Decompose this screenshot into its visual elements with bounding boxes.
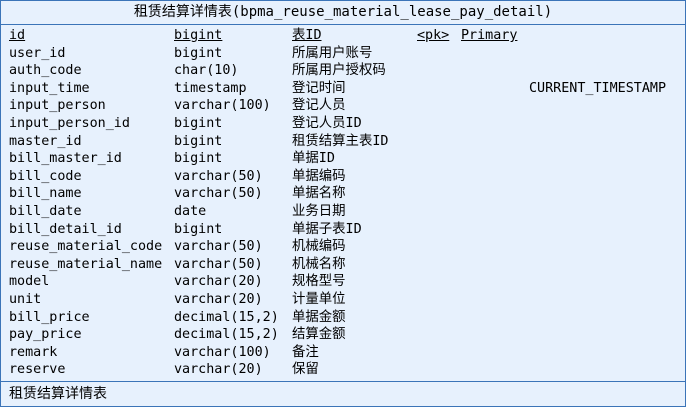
column-type: bigint: [174, 133, 223, 149]
column-row-pay-price: pay_price decimal(15,2) 结算金额: [1, 326, 685, 344]
column-type: bigint: [174, 28, 223, 43]
column-comment: 租赁结算主表ID: [292, 133, 389, 149]
entity-title: 租赁结算详情表(bpma_reuse_material_lease_pay_de…: [1, 1, 685, 25]
column-comment: 计量单位: [292, 292, 346, 307]
column-type: varchar(20): [174, 362, 263, 378]
column-comment: 单据金额: [292, 309, 346, 325]
column-row-input-time: input_time timestamp 登记时间 CURRENT_TIMEST…: [1, 80, 685, 98]
column-type: bigint: [174, 45, 223, 61]
column-name: bill_price: [9, 309, 90, 325]
column-row-input-person: input_person varchar(100) 登记人员: [1, 97, 685, 115]
column-row-bill-price: bill_price decimal(15,2) 单据金额: [1, 309, 685, 327]
column-comment: 机械名称: [292, 256, 346, 272]
column-list: id bigint 表ID <pk> Primary user_id bigin…: [1, 27, 685, 380]
column-comment: 机械编码: [292, 239, 346, 255]
column-type: char(10): [174, 63, 239, 79]
column-row-bill-code: bill_code varchar(50) 单据编码: [1, 168, 685, 186]
column-name: model: [9, 274, 50, 290]
column-comment: 单据编码: [292, 168, 346, 184]
column-row-bill-name: bill_name varchar(50) 单据名称: [1, 185, 685, 203]
column-row-bill-date: bill_date date 业务日期: [1, 203, 685, 221]
column-type: bigint: [174, 221, 223, 237]
column-name: bill_master_id: [9, 151, 122, 167]
column-row-master-id: master_id bigint 租赁结算主表ID: [1, 133, 685, 151]
column-row-bill-master-id: bill_master_id bigint 单据ID: [1, 150, 685, 168]
column-comment: 单据名称: [292, 186, 346, 202]
column-type: varchar(100): [174, 344, 271, 360]
column-type: varchar(20): [174, 274, 263, 290]
column-name: unit: [9, 292, 42, 307]
column-comment: 保留: [292, 362, 319, 378]
column-default-value: CURRENT_TIMESTAMP: [529, 80, 667, 96]
entity-footer-comment: 租赁结算详情表: [1, 381, 685, 406]
column-type: varchar(20): [174, 292, 263, 307]
column-row-remark: remark varchar(100) 备注: [1, 344, 685, 362]
column-type: bigint: [174, 116, 223, 131]
entity-table[interactable]: 租赁结算详情表(bpma_reuse_material_lease_pay_de…: [0, 0, 686, 407]
column-comment: 单据子表ID: [292, 221, 362, 237]
column-type: varchar(50): [174, 239, 263, 255]
column-name: bill_detail_id: [9, 221, 122, 237]
column-row-user-id: user_id bigint 所属用户账号: [1, 45, 685, 63]
column-comment: 表ID: [292, 28, 322, 43]
column-name: input_person: [9, 98, 106, 114]
column-type: date: [174, 204, 207, 219]
column-name: reuse_material_name: [9, 256, 163, 272]
column-name: input_person_id: [9, 116, 130, 131]
column-name: user_id: [9, 45, 66, 61]
column-type: timestamp: [174, 80, 247, 96]
column-name: remark: [9, 344, 58, 360]
column-type: decimal(15,2): [174, 309, 279, 325]
column-comment: 规格型号: [292, 274, 346, 290]
column-type: varchar(50): [174, 256, 263, 272]
column-name: master_id: [9, 133, 82, 149]
column-comment: 所属用户账号: [292, 45, 373, 61]
column-comment: 所属用户授权码: [292, 63, 386, 79]
column-name: reserve: [9, 362, 66, 378]
column-type: bigint: [174, 151, 223, 167]
column-type: varchar(50): [174, 186, 263, 202]
column-name: bill_code: [9, 168, 82, 184]
column-name: bill_date: [9, 204, 82, 219]
column-comment: 单据ID: [292, 151, 335, 167]
column-comment: 登记人员ID: [292, 116, 362, 131]
column-name: reuse_material_code: [9, 239, 163, 255]
column-type: varchar(50): [174, 168, 263, 184]
column-comment: 结算金额: [292, 327, 346, 343]
column-row-id: id bigint 表ID <pk> Primary: [1, 27, 685, 45]
primary-key-name: Primary: [461, 28, 518, 43]
column-comment: 登记人员: [292, 98, 346, 114]
column-comment: 业务日期: [292, 204, 346, 219]
column-row-model: model varchar(20) 规格型号: [1, 273, 685, 291]
column-type: decimal(15,2): [174, 327, 279, 343]
column-name: auth_code: [9, 63, 82, 79]
column-row-reserve: reserve varchar(20) 保留: [1, 361, 685, 379]
column-row-reuse-material-name: reuse_material_name varchar(50) 机械名称: [1, 256, 685, 274]
column-name: input_time: [9, 80, 90, 96]
column-row-bill-detail-id: bill_detail_id bigint 单据子表ID: [1, 221, 685, 239]
column-row-unit: unit varchar(20) 计量单位: [1, 291, 685, 309]
primary-key-marker: <pk>: [417, 28, 450, 43]
column-name: bill_name: [9, 186, 82, 202]
column-type: varchar(100): [174, 98, 271, 114]
column-row-input-person-id: input_person_id bigint 登记人员ID: [1, 115, 685, 133]
column-row-auth-code: auth_code char(10) 所属用户授权码: [1, 62, 685, 80]
column-comment: 登记时间: [292, 80, 346, 96]
column-name: id: [9, 28, 26, 43]
column-name: pay_price: [9, 327, 82, 343]
column-comment: 备注: [292, 344, 319, 360]
column-row-reuse-material-code: reuse_material_code varchar(50) 机械编码: [1, 238, 685, 256]
